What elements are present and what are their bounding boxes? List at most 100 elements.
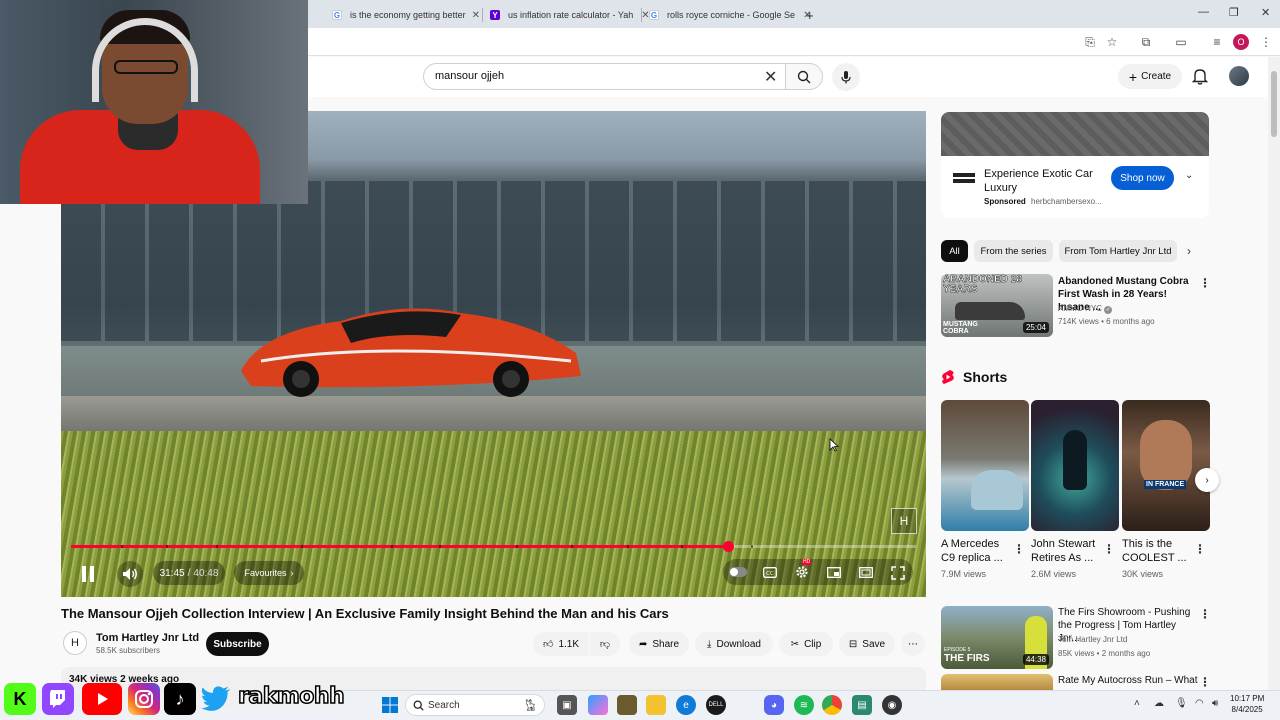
more-vertical-icon[interactable]: ⋮ [1199, 607, 1211, 621]
tray-volume-icon[interactable]: 🔊︎ [1212, 698, 1218, 709]
subscribe-button[interactable]: Subscribe [206, 632, 269, 656]
browser-tab[interactable]: G is the economy getting better ✕ [332, 4, 480, 26]
tray-microphone-icon[interactable]: 🎙︎ [1175, 698, 1188, 709]
chip-from-series[interactable]: From the series [974, 240, 1053, 262]
tray-chevron-up-icon[interactable]: ˄ [1134, 698, 1140, 709]
media-control-icon[interactable]: ≡ [1209, 34, 1225, 50]
volume-button[interactable] [117, 561, 143, 587]
shorts-heading: Shorts [941, 369, 1007, 385]
fullscreen-icon[interactable] [888, 563, 908, 583]
recommendation-thumbnail[interactable]: EPISODE 5 THE FIRS 44:38 [941, 606, 1053, 669]
create-button[interactable]: + Create [1118, 64, 1182, 89]
like-button[interactable]: 👍︎ 1.1K [533, 632, 589, 656]
short-title[interactable]: A Mercedes C9 replica ... [941, 537, 1011, 565]
spotify-icon[interactable]: ≋ [794, 695, 814, 715]
clip-button[interactable]: ✂ Clip [779, 632, 833, 656]
dislike-button[interactable]: 👎︎ [590, 632, 620, 656]
profile-avatar[interactable]: O [1233, 34, 1249, 50]
minimize-icon[interactable]: — [1198, 6, 1209, 18]
volume-icon [123, 568, 137, 580]
more-vertical-icon[interactable]: ⋮ [1199, 675, 1211, 689]
tray-wifi-icon[interactable]: ◠ [1195, 698, 1204, 709]
short-thumbnail[interactable]: IN FRANCE [1122, 400, 1210, 531]
more-vertical-icon[interactable]: ⋮ [1103, 542, 1115, 556]
search-button[interactable] [785, 63, 823, 90]
channel-watermark[interactable]: H [891, 508, 917, 534]
obs-icon[interactable]: ◉ [882, 695, 902, 715]
extensions-icon[interactable]: ⧉ [1138, 34, 1154, 50]
clock-date: 8/4/2025 [1231, 705, 1263, 714]
channel-avatar[interactable]: H [63, 631, 87, 655]
shorts-next-button[interactable]: › [1195, 468, 1219, 492]
progress-bar[interactable] [71, 541, 916, 552]
chip-from-channel[interactable]: From Tom Hartley Jnr Ltd [1059, 240, 1177, 262]
chapter-button[interactable]: Favourites › [234, 561, 304, 585]
channel-name[interactable]: Tom Hartley Jnr Ltd [96, 632, 199, 644]
short-thumbnail[interactable] [941, 400, 1029, 531]
minecraft-icon[interactable] [617, 695, 637, 715]
taskbar-clock[interactable]: 10:17 PM 8/4/2025 [1230, 693, 1264, 715]
chevron-right-icon[interactable]: › [1187, 244, 1191, 258]
sponsored-label: Sponsored [984, 197, 1026, 206]
split-view-icon[interactable]: ▭ [1173, 34, 1189, 50]
more-vertical-icon[interactable]: ⋮ [1013, 542, 1025, 556]
captions-icon[interactable]: CC [761, 563, 779, 581]
shop-now-button[interactable]: Shop now [1111, 166, 1174, 190]
file-explorer-icon[interactable] [646, 695, 666, 715]
download-button[interactable]: ⤓ Download [695, 632, 773, 656]
cast-icon[interactable]: ⎘ [1082, 34, 1098, 50]
more-vertical-icon[interactable]: ⋮ [1199, 276, 1211, 290]
chevron-down-icon[interactable]: ⌄ [1185, 170, 1193, 181]
taskbar-search-input[interactable]: Search 🦌︎ [405, 694, 545, 716]
dell-icon[interactable]: DELL [706, 695, 726, 715]
restore-icon[interactable]: ❐ [1229, 6, 1239, 19]
share-button[interactable]: ➦ Share [629, 632, 689, 656]
ad-title[interactable]: Experience Exotic Car Luxury [984, 167, 1114, 195]
share-arrow-icon: ➦ [638, 638, 648, 650]
miniplayer-icon[interactable] [825, 563, 843, 581]
pause-button[interactable] [75, 561, 101, 587]
save-button[interactable]: ⊟ Save [839, 632, 895, 656]
chip-all[interactable]: All [941, 240, 968, 262]
new-tab-button[interactable]: + [806, 4, 814, 26]
chrome-icon[interactable] [822, 695, 842, 715]
more-actions-button[interactable]: ⋯ [901, 632, 925, 656]
clock-time: 10:17 PM [1230, 694, 1265, 703]
theater-mode-icon[interactable] [857, 563, 875, 581]
time-display: 31:45 / 40:48 [153, 561, 225, 585]
edge-browser-icon[interactable]: e [676, 695, 696, 715]
ad-card[interactable]: Experience Exotic Car Luxury Sponsored h… [941, 156, 1209, 218]
discord-icon[interactable]: ◕ [764, 695, 784, 715]
user-avatar[interactable] [1229, 66, 1249, 86]
search-input[interactable]: mansour ojjeh ✕ [423, 63, 785, 90]
short-thumbnail[interactable] [1031, 400, 1119, 531]
window-close-icon[interactable]: ✕ [1261, 6, 1270, 19]
thumbs-up-icon: 👍︎ [542, 639, 554, 650]
notepad-icon[interactable]: ▤ [852, 695, 872, 715]
autoplay-toggle[interactable] [729, 567, 747, 577]
bookmark-star-icon[interactable]: ☆ [1104, 34, 1120, 50]
browser-tab[interactable]: Y us inflation rate calculator - Yah ✕ [490, 4, 650, 26]
notifications-bell-icon[interactable] [1192, 67, 1208, 85]
tray-cloud-icon[interactable]: ☁ [1154, 698, 1164, 709]
plus-icon: + [1128, 68, 1138, 85]
windows-start-icon[interactable] [380, 695, 400, 715]
copilot-icon[interactable] [588, 695, 608, 715]
ad-banner-image[interactable] [941, 112, 1209, 156]
settings-gear-icon[interactable]: HD [793, 559, 812, 581]
browser-tab[interactable]: G rolls royce corniche - Google Se ✕ [649, 4, 811, 26]
short-title[interactable]: This is the COOLEST ... [1122, 537, 1192, 565]
more-vertical-icon[interactable]: ⋮ [1194, 542, 1206, 556]
short-title[interactable]: John Stewart Retires As ... [1031, 537, 1101, 565]
recommendation-thumbnail[interactable]: ABANDONED 28 YEARS MUSTANG COBRA 25:04 [941, 274, 1053, 337]
clear-icon[interactable]: ✕ [764, 67, 777, 87]
voice-search-button[interactable] [832, 63, 860, 91]
scrollbar-thumb[interactable] [1271, 71, 1277, 137]
task-view-icon[interactable]: ▣ [557, 695, 577, 715]
page-scrollbar[interactable] [1268, 57, 1280, 690]
tab-label: rolls royce corniche - Google Se [667, 10, 796, 20]
browser-menu-icon[interactable]: ⋮ [1258, 34, 1274, 50]
recommendation-thumbnail[interactable] [941, 674, 1053, 690]
close-icon[interactable]: ✕ [472, 10, 480, 21]
recommendation-title[interactable]: Rate My Autocross Run – What [1058, 674, 1198, 687]
